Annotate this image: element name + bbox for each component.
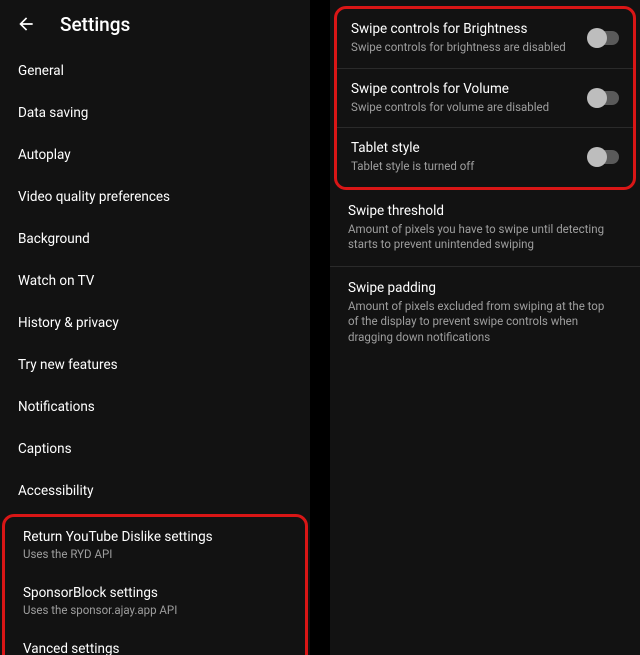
settings-item-ryd[interactable]: Return YouTube Dislike settings Uses the… <box>5 517 305 573</box>
settings-item-general[interactable]: General <box>0 50 310 92</box>
setting-swipe-volume[interactable]: Swipe controls for Volume Swipe controls… <box>337 69 633 129</box>
settings-item-label: Background <box>18 231 292 247</box>
settings-item-video-quality[interactable]: Video quality preferences <box>0 176 310 218</box>
setting-tablet-style[interactable]: Tablet style Tablet style is turned off <box>337 128 633 187</box>
arrow-left-icon <box>16 14 36 34</box>
settings-item-sub: Uses the sponsor.ajay.app API <box>23 603 287 617</box>
setting-title: Swipe controls for Brightness <box>351 21 579 37</box>
setting-title: Swipe controls for Volume <box>351 81 579 97</box>
settings-item-captions[interactable]: Captions <box>0 428 310 470</box>
setting-swipe-brightness[interactable]: Swipe controls for Brightness Swipe cont… <box>337 9 633 69</box>
setting-text: Swipe threshold Amount of pixels you hav… <box>348 203 622 253</box>
highlighted-section-right: Swipe controls for Brightness Swipe cont… <box>334 6 636 190</box>
settings-item-label: Return YouTube Dislike settings <box>23 529 287 545</box>
setting-title: Tablet style <box>351 140 579 156</box>
setting-sub: Swipe controls for brightness are disabl… <box>351 40 579 56</box>
setting-text: Tablet style Tablet style is turned off <box>351 140 589 175</box>
settings-item-label: Video quality preferences <box>18 189 292 205</box>
right-list: Swipe controls for Brightness Swipe cont… <box>330 0 640 358</box>
setting-title: Swipe threshold <box>348 203 612 219</box>
settings-item-label: General <box>18 63 292 79</box>
settings-list: General Data saving Autoplay Video quali… <box>0 48 310 655</box>
settings-item-label: Notifications <box>18 399 292 415</box>
settings-item-try-new-features[interactable]: Try new features <box>0 344 310 386</box>
settings-item-sponsorblock[interactable]: SponsorBlock settings Uses the sponsor.a… <box>5 573 305 629</box>
right-after-list: Swipe threshold Amount of pixels you hav… <box>330 190 640 359</box>
settings-item-data-saving[interactable]: Data saving <box>0 92 310 134</box>
settings-panel-right: Swipe controls for Brightness Swipe cont… <box>330 0 640 655</box>
setting-swipe-padding[interactable]: Swipe padding Amount of pixels excluded … <box>330 267 640 359</box>
settings-item-label: History & privacy <box>18 315 292 331</box>
setting-sub: Amount of pixels you have to swipe until… <box>348 222 612 253</box>
settings-item-label: Data saving <box>18 105 292 121</box>
highlighted-section-left: Return YouTube Dislike settings Uses the… <box>2 514 308 655</box>
toggle-switch[interactable] <box>589 31 619 45</box>
back-button[interactable] <box>14 12 38 36</box>
settings-item-vanced[interactable]: Vanced settings 17.03.38 - Build - 01.55… <box>5 629 305 655</box>
settings-item-sub: Uses the RYD API <box>23 547 287 561</box>
toggle-switch[interactable] <box>589 91 619 105</box>
settings-item-background[interactable]: Background <box>0 218 310 260</box>
setting-text: Swipe controls for Volume Swipe controls… <box>351 81 589 116</box>
settings-item-notifications[interactable]: Notifications <box>0 386 310 428</box>
settings-item-watch-on-tv[interactable]: Watch on TV <box>0 260 310 302</box>
setting-title: Swipe padding <box>348 280 612 296</box>
settings-item-label: Autoplay <box>18 147 292 163</box>
setting-sub: Amount of pixels excluded from swiping a… <box>348 299 612 346</box>
setting-sub: Swipe controls for volume are disabled <box>351 100 579 116</box>
setting-text: Swipe controls for Brightness Swipe cont… <box>351 21 589 56</box>
setting-sub: Tablet style is turned off <box>351 159 579 175</box>
settings-item-label: Vanced settings <box>23 641 287 655</box>
setting-swipe-threshold[interactable]: Swipe threshold Amount of pixels you hav… <box>330 190 640 267</box>
settings-item-label: SponsorBlock settings <box>23 585 287 601</box>
settings-item-label: Watch on TV <box>18 273 292 289</box>
settings-item-accessibility[interactable]: Accessibility <box>0 470 310 512</box>
setting-text: Swipe padding Amount of pixels excluded … <box>348 280 622 346</box>
settings-panel-left: Settings General Data saving Autoplay Vi… <box>0 0 310 655</box>
toggle-switch[interactable] <box>589 150 619 164</box>
settings-item-label: Captions <box>18 441 292 457</box>
panel-gap <box>310 0 330 655</box>
settings-item-label: Accessibility <box>18 483 292 499</box>
settings-item-history-privacy[interactable]: History & privacy <box>0 302 310 344</box>
header: Settings <box>0 0 310 48</box>
page-title: Settings <box>60 13 130 36</box>
settings-item-label: Try new features <box>18 357 292 373</box>
settings-item-autoplay[interactable]: Autoplay <box>0 134 310 176</box>
